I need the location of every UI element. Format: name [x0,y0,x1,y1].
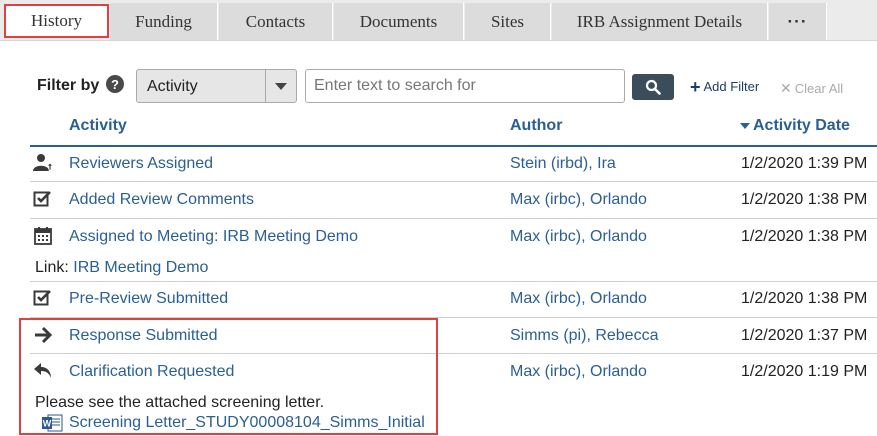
tab-funding[interactable]: Funding [110,3,218,40]
search-icon [645,79,661,95]
tab-history[interactable]: History [4,4,109,38]
column-header-label: Activity Date [753,117,850,134]
author-link[interactable]: Simms (pi), Rebecca [510,327,658,345]
activity-date: 1/2/2020 1:39 PM [741,155,868,172]
tab-more[interactable]: ··· [769,3,827,40]
activity-link[interactable]: Reviewers Assigned [69,155,213,173]
activity-link[interactable]: Pre-Review Submitted [69,290,228,308]
author-link[interactable]: Max (irbc), Orlando [510,228,647,246]
add-filter-link[interactable]: + Add Filter [690,76,760,97]
row-divider [30,281,877,282]
sort-descending-icon [740,122,750,129]
header-divider [30,145,877,147]
link-prefix: Link: [35,259,69,276]
tab-label: History [31,11,82,30]
column-header-activity-date[interactable]: Activity Date [740,117,850,135]
column-header-author[interactable]: Author [510,117,562,135]
tab-bar: History Funding Contacts Documents Sites… [0,0,877,41]
activity-link[interactable]: Assigned to Meeting: IRB Meeting Demo [69,228,358,246]
clear-all-label: Clear All [794,81,844,96]
more-icon: ··· [787,11,808,31]
activity-link-line: Link: IRB Meeting Demo [35,259,208,277]
filter-field-value: Activity [147,78,198,95]
tab-contacts[interactable]: Contacts [219,3,333,40]
tab-label: Documents [359,11,438,31]
activity-date: 1/2/2020 1:19 PM [741,363,868,380]
search-input[interactable] [305,69,625,103]
author-link[interactable]: Max (irbc), Orlando [510,191,647,209]
tab-label: Funding [135,11,192,31]
column-header-activity[interactable]: Activity [69,117,127,135]
author-link[interactable]: Stein (irbd), Ira [510,155,616,173]
highlight-box [19,318,438,435]
activity-date: 1/2/2020 1:38 PM [741,228,868,245]
reviewers-assigned-icon [33,154,53,171]
chevron-down-icon [275,82,287,90]
activity-date: 1/2/2020 1:37 PM [741,327,868,344]
author-link[interactable]: Max (irbc), Orlando [510,290,647,308]
dropdown-arrow[interactable] [265,70,296,102]
checkbox-icon [33,290,51,306]
calendar-icon [34,227,52,245]
tab-label: IRB Assignment Details [576,11,743,31]
row-divider [30,181,877,182]
close-icon: ✕ [780,80,792,96]
search-button[interactable] [632,74,674,100]
activity-link[interactable]: Added Review Comments [69,191,254,209]
activity-date: 1/2/2020 1:38 PM [741,191,868,208]
checkbox-icon [33,191,51,207]
meeting-link[interactable]: IRB Meeting Demo [73,259,208,276]
tab-documents[interactable]: Documents [334,3,464,40]
tab-label: Contacts [245,11,306,31]
clear-all-link[interactable]: ✕ Clear All [780,80,843,97]
filter-by-label: Filter by [37,77,100,94]
tab-label: Sites [490,11,525,31]
add-filter-label: Add Filter [703,79,760,94]
tab-irb-assignment-details[interactable]: IRB Assignment Details [552,3,768,40]
author-link[interactable]: Max (irbc), Orlando [510,363,647,381]
help-icon[interactable]: ? [106,75,124,93]
tab-sites[interactable]: Sites [465,3,551,40]
row-divider [30,218,877,219]
activity-date: 1/2/2020 1:38 PM [741,290,868,307]
plus-icon: + [690,76,701,97]
filter-field-select[interactable]: Activity [136,69,297,103]
